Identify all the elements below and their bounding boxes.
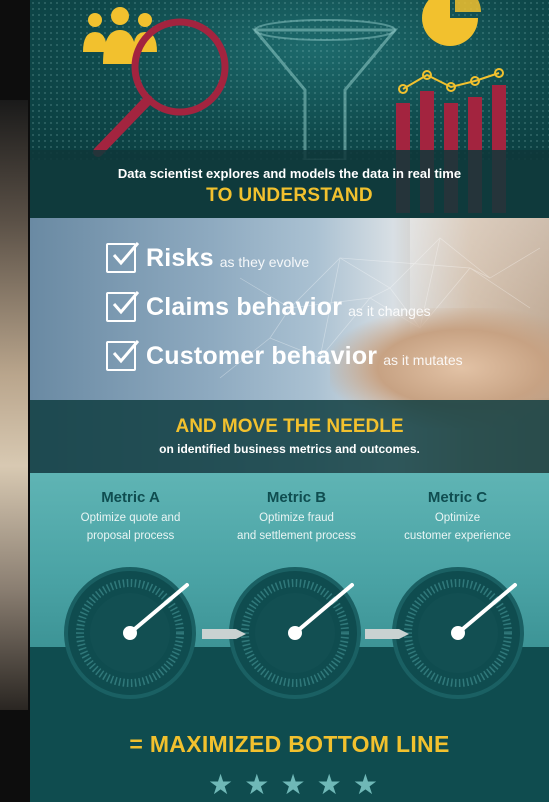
needle-band: AND MOVE THE NEEDLE on identified busine… — [30, 400, 549, 473]
arrow-connector-icon — [365, 629, 409, 639]
checklist-main: Risks — [146, 243, 214, 272]
checklist-main: Claims behavior — [146, 292, 343, 321]
star-rating: ★ ★ ★ ★ ★ — [208, 770, 378, 800]
checklist-sub: as it mutates — [383, 351, 463, 368]
metric-desc-line: proposal process — [86, 530, 175, 542]
magnifier-icon — [93, 18, 229, 157]
star-icon: ★ — [316, 768, 342, 801]
checkbox-icon — [106, 242, 140, 273]
metric-name: Metric A — [101, 489, 160, 506]
checklist-sub: as it changes — [348, 302, 431, 319]
metric-desc-line: Optimize quote and — [80, 512, 181, 524]
checklist-item: Risks as they evolve — [106, 240, 309, 276]
infographic: Data scientist explores and models the d… — [30, 0, 549, 802]
left-edge-panel — [0, 0, 30, 802]
arrow-connector-icon — [202, 629, 246, 639]
checklist-item: Claims behavior as it changes — [106, 289, 431, 325]
checklist-sub: as they evolve — [219, 253, 310, 270]
understand-heading: TO UNDERSTAND — [206, 185, 373, 206]
metric-c: Metric C Optimize customer experience — [375, 489, 540, 545]
understand-band: Data scientist explores and models the d… — [30, 150, 549, 218]
star-icon: ★ — [208, 768, 234, 801]
metric-a: Metric A Optimize quote and proposal pro… — [48, 489, 213, 545]
metric-name: Metric C — [427, 489, 488, 506]
star-icon: ★ — [244, 768, 270, 801]
checklist-item: Customer behavior as it mutates — [106, 338, 463, 374]
pie-chart-icon — [422, 0, 481, 46]
metric-name: Metric B — [266, 489, 327, 506]
metric-description: Optimize fraud and settlement process — [214, 509, 379, 545]
checkbox-icon — [106, 291, 140, 322]
metric-desc-line: customer experience — [404, 530, 511, 542]
left-edge-photo — [0, 100, 28, 710]
header-illustration — [30, 0, 549, 213]
star-icon: ★ — [280, 768, 306, 801]
understand-subtitle: Data scientist explores and models the d… — [117, 166, 462, 181]
metric-description: Optimize customer experience — [375, 509, 540, 545]
bottom-line-heading: = MAXIMIZED BOTTOM LINE — [129, 731, 450, 757]
gauge-icon — [64, 567, 196, 699]
checklist-main: Customer behavior — [146, 341, 378, 370]
metric-desc-line: Optimize — [434, 512, 481, 524]
star-icon: ★ — [352, 768, 378, 801]
funnel-icon — [251, 19, 399, 160]
metric-desc-line: Optimize fraud — [259, 512, 334, 524]
needle-heading: AND MOVE THE NEEDLE — [175, 416, 404, 437]
checkbox-icon — [106, 340, 140, 371]
needle-subtitle: on identified business metrics and outco… — [159, 442, 420, 456]
metric-b: Metric B Optimize fraud and settlement p… — [214, 489, 379, 545]
metric-desc-line: and settlement process — [237, 530, 356, 542]
metric-description: Optimize quote and proposal process — [48, 509, 213, 545]
